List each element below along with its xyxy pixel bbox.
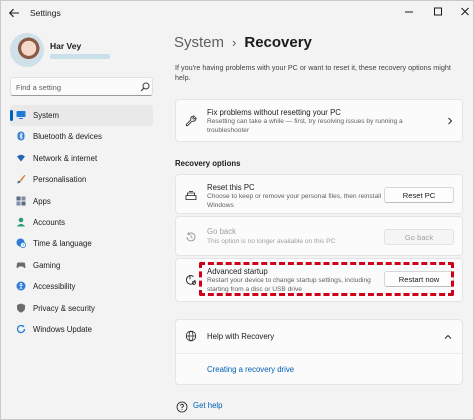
sidebar-item-label: Bluetooth & devices (33, 132, 102, 142)
back-arrow-icon[interactable] (7, 6, 21, 20)
minimize-icon[interactable] (401, 5, 417, 19)
restart-now-button[interactable]: Restart now (384, 271, 454, 287)
search-icon[interactable] (140, 82, 150, 92)
get-help-link[interactable]: Get help (193, 401, 222, 410)
window-title: Settings (30, 8, 61, 18)
sidebar-item-personalisation[interactable]: Personalisation (10, 169, 153, 190)
chevron-up-icon[interactable] (444, 333, 452, 341)
go-back-description: This option is no longer available on th… (207, 238, 336, 245)
sidebar-item-label: Accounts (33, 217, 66, 227)
advanced-startup-card: Advanced startup Restart your device to … (175, 258, 463, 302)
sidebar-item-accessibility[interactable]: Accessibility (10, 276, 153, 297)
sidebar-item-label: Privacy & security (33, 303, 95, 313)
sidebar-item-gaming[interactable]: Gaming (10, 255, 153, 276)
sidebar-item-time-language[interactable]: Time & language (10, 233, 153, 254)
brush-icon (17, 174, 26, 184)
breadcrumb: System › Recovery (174, 34, 312, 51)
active-indicator (10, 110, 13, 121)
reset-pc-title: Reset this PC (207, 183, 255, 192)
search-box[interactable] (10, 77, 153, 96)
globe-icon (185, 330, 197, 342)
breadcrumb-separator: › (232, 35, 237, 50)
page-title: Recovery (244, 34, 312, 51)
recovery-options-heading: Recovery options (175, 159, 241, 168)
reset-pc-card: Reset this PC Choose to keep or remove y… (175, 174, 463, 214)
chevron-right-icon (448, 117, 453, 125)
update-icon (16, 324, 26, 334)
divider (176, 353, 462, 354)
go-back-title: Go back (207, 227, 237, 236)
fix-problems-description: Resetting can take a while — first, try … (207, 118, 403, 134)
advanced-startup-title: Advanced startup (207, 267, 268, 276)
wrench-icon (185, 115, 197, 127)
fix-problems-card[interactable]: Fix problems without resetting your PC R… (175, 99, 463, 142)
fix-problems-title: Fix problems without resetting your PC (207, 108, 341, 117)
bluetooth-icon (17, 131, 25, 141)
network-icon (17, 154, 25, 162)
help-title[interactable]: Help with Recovery (207, 332, 274, 341)
apps-icon (16, 196, 26, 206)
sidebar-item-accounts[interactable]: Accounts (10, 212, 153, 233)
breadcrumb-parent[interactable]: System (174, 34, 224, 51)
globe-clock-icon (16, 238, 26, 249)
sidebar-item-label: Apps (33, 196, 51, 206)
shield-icon (17, 303, 25, 313)
reset-pc-button[interactable]: Reset PC (384, 187, 454, 203)
user-email-redacted (50, 54, 110, 59)
person-icon (16, 217, 26, 227)
sidebar-item-label: System (33, 111, 59, 120)
sidebar-item-label: Network & internet (33, 153, 98, 163)
title-bar: Settings (1, 1, 473, 25)
display-icon (16, 111, 26, 119)
sidebar-item-label: Personalisation (33, 175, 87, 185)
help-with-recovery-card: Help with Recovery Creating a recovery d… (175, 319, 463, 385)
avatar (10, 33, 44, 67)
sidebar-item-apps[interactable]: Apps (10, 191, 153, 212)
search-input[interactable] (16, 81, 128, 93)
sidebar-item-bluetooth[interactable]: Bluetooth & devices (10, 126, 153, 147)
recovery-drive-link[interactable]: Creating a recovery drive (207, 365, 294, 374)
maximize-icon[interactable] (430, 5, 446, 19)
sidebar-item-privacy-security[interactable]: Privacy & security (10, 298, 153, 319)
go-back-button: Go back (384, 229, 454, 245)
accessibility-icon (16, 281, 26, 291)
advanced-startup-description: Restart your device to change startup se… (207, 277, 371, 293)
sidebar-item-label: Time & language (33, 239, 92, 249)
close-icon[interactable] (457, 5, 473, 19)
history-icon (186, 232, 196, 242)
sidebar-item-network[interactable]: Network & internet (10, 148, 153, 169)
reset-pc-icon (185, 191, 197, 200)
get-help[interactable]: Get help (176, 401, 222, 413)
advanced-startup-icon (185, 275, 197, 285)
sidebar-item-label: Windows Update (33, 324, 92, 334)
intro-text: If you're having problems with your PC o… (175, 63, 451, 82)
help-bubble-icon (176, 401, 188, 413)
sidebar-item-system[interactable]: System (10, 105, 153, 127)
gamepad-icon (16, 262, 26, 268)
sidebar-item-label: Gaming (33, 260, 61, 270)
sidebar-item-windows-update[interactable]: Windows Update (10, 319, 153, 340)
settings-window: Settings Har Vey System Bluetooth & devi… (0, 0, 474, 420)
sidebar-nav: System Bluetooth & devices Network & int… (10, 105, 153, 340)
go-back-card: Go back This option is no longer availab… (175, 216, 463, 256)
reset-pc-description: Choose to keep or remove your personal f… (207, 193, 382, 209)
user-name: Har Vey (50, 41, 82, 51)
sidebar-item-label: Accessibility (33, 282, 76, 292)
